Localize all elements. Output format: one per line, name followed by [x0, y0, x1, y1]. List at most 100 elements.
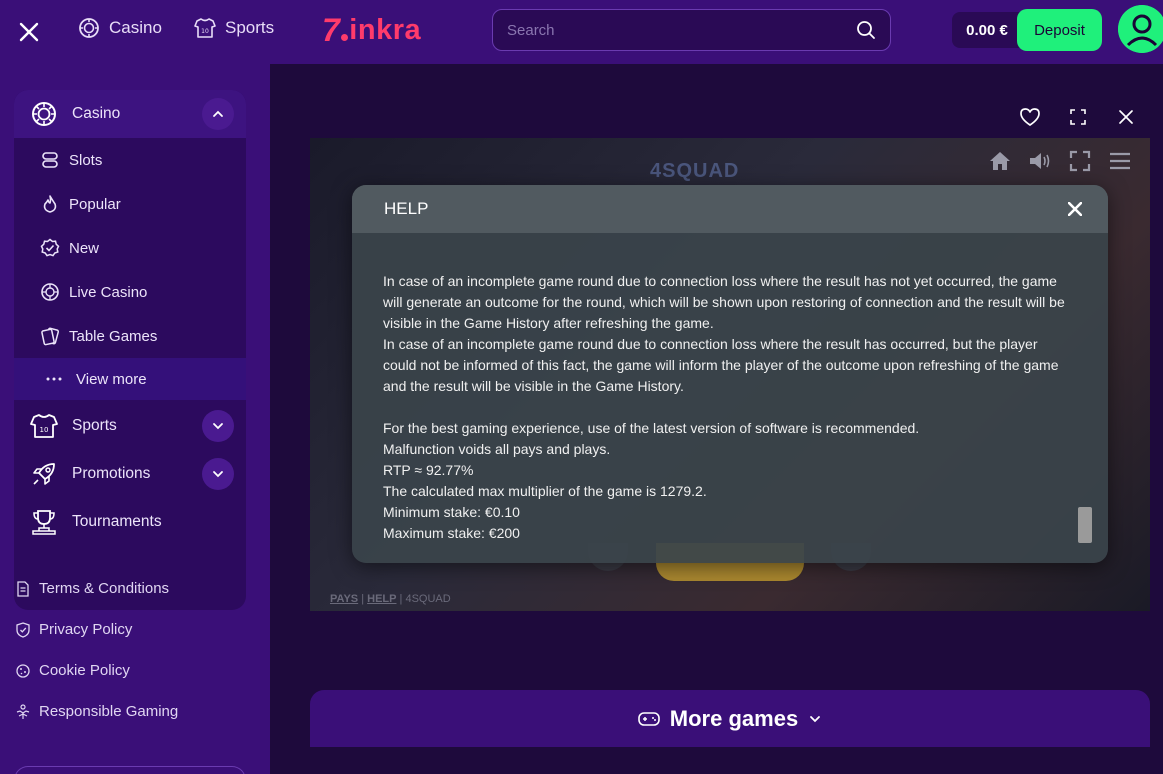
close-icon	[1118, 109, 1134, 125]
nav-sports[interactable]: 10 Sports	[194, 17, 274, 39]
avatar[interactable]	[1118, 5, 1163, 53]
footer-link-terms[interactable]: Terms & Conditions	[16, 580, 169, 597]
sidebar-item-table-games[interactable]: Table Games	[14, 314, 246, 358]
nav-sports-label: Sports	[225, 18, 275, 37]
flame-icon	[40, 194, 60, 214]
footer-link-label: Privacy Policy	[39, 621, 133, 638]
hamburger-icon	[1109, 152, 1131, 170]
game-fullscreen-button[interactable]	[1067, 148, 1093, 174]
badge-check-icon	[40, 238, 60, 258]
game-links: PAYS | HELP | 4SQUAD	[330, 593, 451, 605]
deposit-button[interactable]: Deposit	[1017, 9, 1102, 51]
home-icon	[988, 150, 1012, 172]
svg-text:10: 10	[40, 426, 49, 434]
sidebar-item-label: Popular	[69, 195, 121, 213]
help-paragraph: In case of an incomplete game round due …	[383, 273, 1065, 331]
fullscreen-button[interactable]	[1065, 104, 1091, 130]
heart-icon	[1019, 107, 1041, 127]
balance-display[interactable]: 0.00 €	[952, 12, 1022, 48]
help-dialog: HELP In case of an incomplete game round…	[352, 185, 1108, 563]
sidebar-item-slots[interactable]: Slots	[14, 138, 246, 182]
nav-casino[interactable]: Casino	[78, 17, 162, 39]
help-text: In case of an incomplete game round due …	[383, 271, 1073, 544]
close-game-button[interactable]	[1113, 104, 1139, 130]
help-link[interactable]: HELP	[367, 593, 396, 605]
sidebar-item-label: Table Games	[69, 327, 158, 345]
casino-chip-icon	[30, 100, 58, 128]
sidebar-item-promotions[interactable]: Promotions	[14, 450, 246, 498]
chevron-up-icon	[211, 107, 225, 121]
more-games-button[interactable]: More games	[310, 690, 1150, 747]
expand-promotions-button[interactable]	[202, 458, 234, 490]
sidebar-item-label: Sports	[72, 417, 117, 434]
sidebar: Casino Slots Popular New Live Casino Tab…	[0, 64, 270, 774]
top-bar: Casino 10 Sports 7 inkra 0.00 € Deposit	[0, 0, 1163, 64]
rtp-text: RTP ≈ 92.77%	[383, 462, 474, 478]
brand-logo[interactable]: 7 inkra	[322, 12, 421, 49]
close-help-button[interactable]	[1064, 198, 1086, 220]
min-stake-text: Minimum stake: €0.10	[383, 504, 520, 520]
jersey-icon: 10	[194, 17, 216, 39]
search-box	[492, 9, 891, 51]
sidebar-item-new[interactable]: New	[14, 226, 246, 270]
sidebar-item-popular[interactable]: Popular	[14, 182, 246, 226]
help-paragraph: For the best gaming experience, use of t…	[383, 420, 920, 436]
collapse-casino-button[interactable]	[202, 98, 234, 130]
sidebar-item-casino[interactable]: Casino	[14, 90, 246, 138]
main-content: 4SQUAD PAYS | HELP | 4SQUAD HELP In case…	[270, 64, 1163, 774]
cards-icon	[40, 326, 60, 346]
help-spacer	[383, 397, 1073, 418]
view-more-button[interactable]: View more	[14, 358, 246, 400]
gamepad-icon	[637, 711, 660, 727]
game-menu-button[interactable]	[1107, 148, 1133, 174]
shield-icon	[16, 621, 30, 638]
game-home-button[interactable]	[987, 148, 1013, 174]
favorite-button[interactable]	[1017, 104, 1043, 130]
more-dots-icon	[46, 376, 62, 382]
chevron-down-icon	[211, 467, 225, 481]
help-scrollbar-thumb[interactable]	[1078, 507, 1092, 543]
nav-casino-label: Casino	[109, 18, 162, 37]
help-dialog-title: HELP	[384, 199, 429, 218]
help-dialog-header: HELP	[352, 185, 1108, 233]
footer-link-responsible-gaming[interactable]: Responsible Gaming	[16, 703, 178, 720]
sidebar-item-label: Promotions	[72, 465, 151, 482]
close-icon	[18, 21, 40, 43]
sidebar-item-label: Casino	[72, 105, 121, 122]
footer-link-label: Terms & Conditions	[39, 580, 170, 597]
sidebar-menu-card: Casino Slots Popular New Live Casino Tab…	[14, 90, 246, 610]
view-more-label: View more	[76, 370, 147, 388]
hands-icon	[16, 703, 30, 720]
speaker-icon	[1028, 151, 1052, 171]
close-menu-button[interactable]	[14, 17, 44, 47]
footer-link-privacy[interactable]: Privacy Policy	[16, 621, 132, 638]
sidebar-item-live-casino[interactable]: Live Casino	[14, 270, 246, 314]
jersey-icon: 10	[30, 412, 58, 440]
sidebar-item-label: Live Casino	[69, 283, 148, 301]
footer-link-label: Cookie Policy	[39, 662, 130, 679]
sidebar-item-label: Tournaments	[72, 513, 162, 530]
document-icon	[16, 580, 30, 597]
search-input[interactable]	[507, 21, 856, 39]
max-multiplier-text: The calculated max multiplier of the gam…	[383, 483, 707, 499]
sidebar-item-label: Slots	[69, 151, 103, 169]
max-stake-text: Maximum stake: €200	[383, 525, 520, 541]
svg-text:10: 10	[201, 28, 209, 35]
roulette-icon	[40, 282, 60, 302]
pays-link[interactable]: PAYS	[330, 593, 358, 605]
chevron-down-icon	[211, 419, 225, 433]
sidebar-item-label: New	[69, 239, 100, 257]
search-icon[interactable]	[856, 20, 876, 40]
help-paragraph: Malfunction voids all pays and plays.	[383, 441, 611, 457]
game-logo-text: 4SQUAD	[650, 160, 740, 182]
game-sound-button[interactable]	[1027, 148, 1053, 174]
sidebar-bottom-card	[14, 766, 246, 774]
expand-sports-button[interactable]	[202, 410, 234, 442]
footer-link-label: Responsible Gaming	[39, 703, 179, 720]
footer-link-cookie[interactable]: Cookie Policy	[16, 662, 130, 679]
sidebar-item-tournaments[interactable]: Tournaments	[14, 498, 246, 546]
trophy-icon	[30, 508, 58, 536]
chevron-down-icon	[808, 712, 822, 726]
sidebar-item-sports[interactable]: 10 Sports	[14, 402, 246, 450]
help-paragraph: In case of an incomplete game round due …	[383, 336, 1059, 394]
